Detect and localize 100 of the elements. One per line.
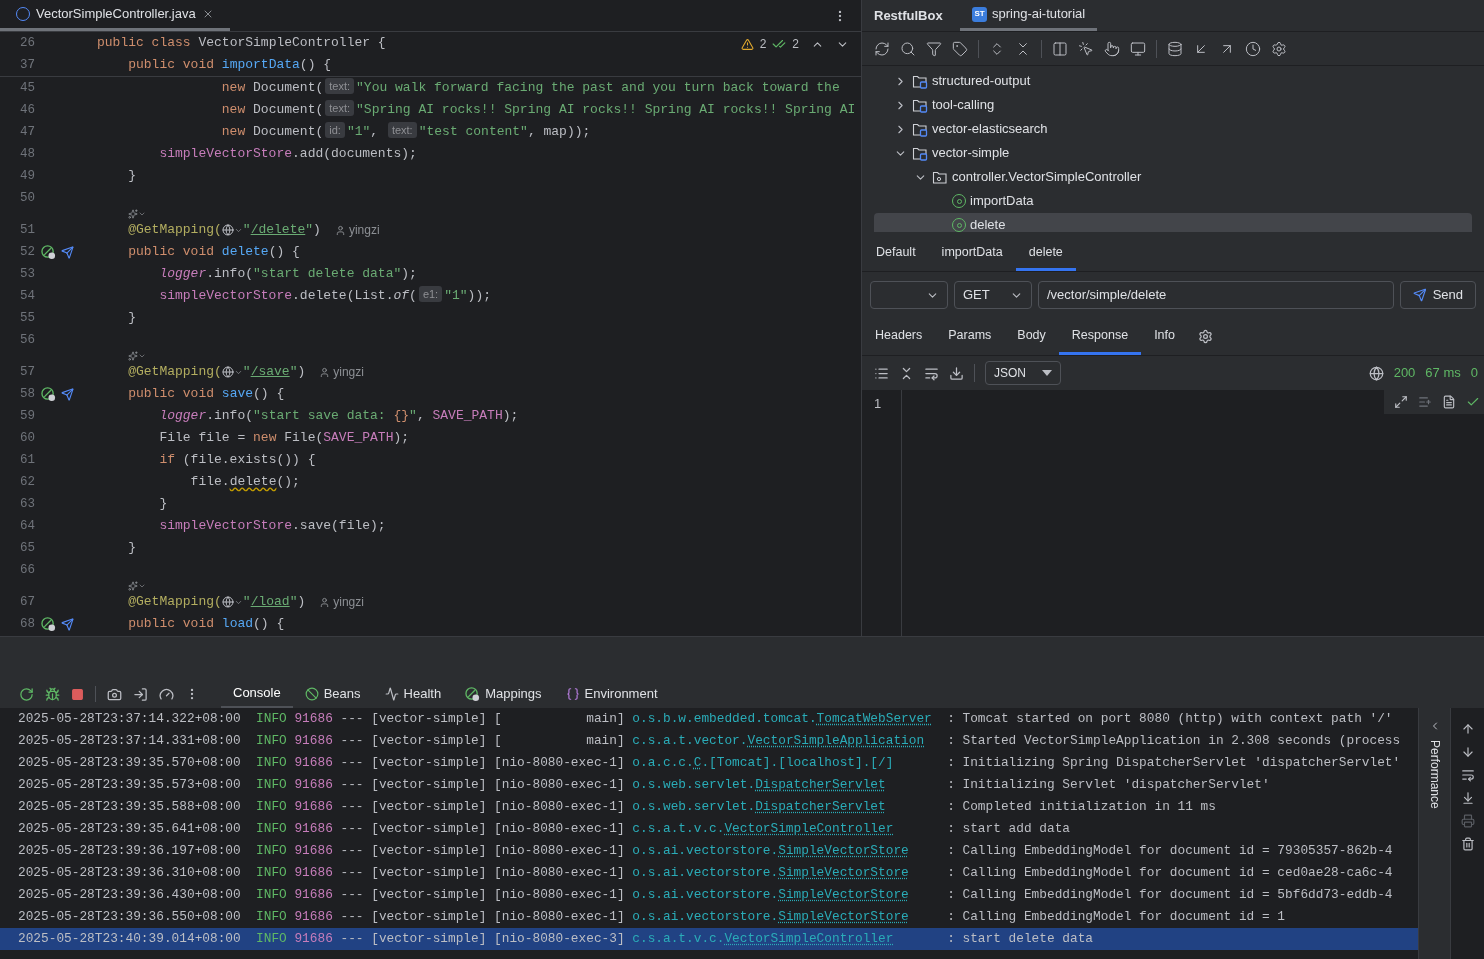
detail-tab[interactable]: Info xyxy=(1141,318,1188,355)
tree-item[interactable]: tool-calling xyxy=(874,93,1472,117)
tree-item[interactable]: vector-simple xyxy=(874,141,1472,165)
monitor-icon[interactable] xyxy=(1130,40,1146,57)
globe-icon[interactable] xyxy=(1368,365,1384,381)
request-tab[interactable]: Default xyxy=(863,237,929,271)
detail-tab[interactable]: Headers xyxy=(862,318,936,355)
line-number: 68 xyxy=(19,615,35,633)
database-icon[interactable] xyxy=(1167,40,1183,57)
bean-icon[interactable] xyxy=(41,386,56,402)
tree-item[interactable]: structured-output xyxy=(874,69,1472,93)
code-text: } xyxy=(128,309,136,328)
code-text: public void delete() { xyxy=(128,243,300,262)
history-icon[interactable] xyxy=(1245,40,1261,57)
request-tab[interactable]: importData xyxy=(928,237,1016,271)
line-number: 60 xyxy=(19,429,35,447)
document-icon[interactable] xyxy=(1442,395,1456,409)
code-vision-icon[interactable] xyxy=(128,351,147,361)
warning-icon[interactable] xyxy=(740,37,754,51)
format-icon[interactable] xyxy=(874,365,889,381)
line-number: 59 xyxy=(19,407,35,425)
pointer-select-icon[interactable] xyxy=(1078,40,1094,57)
expand-icon[interactable] xyxy=(1394,395,1408,409)
url-field[interactable]: /vector/simple/delete xyxy=(1038,281,1394,309)
search-icon[interactable] xyxy=(900,40,916,57)
tool-tab[interactable]: Health xyxy=(372,680,454,708)
tree-item[interactable]: importData xyxy=(874,189,1472,213)
settings-icon[interactable] xyxy=(1271,40,1287,57)
wrap-icon[interactable] xyxy=(924,365,939,381)
rerun-icon[interactable] xyxy=(19,686,34,702)
hand-pointer-icon[interactable] xyxy=(1104,40,1120,57)
line-number: 67 xyxy=(19,593,35,611)
tree-item[interactable]: controller.VectorSimpleController xyxy=(874,165,1472,189)
exit-icon[interactable] xyxy=(133,686,148,702)
camera-icon[interactable] xyxy=(107,686,122,702)
format-dropdown[interactable]: JSON xyxy=(985,361,1061,385)
code-vision-icon[interactable] xyxy=(128,209,147,219)
author-icon xyxy=(334,224,346,236)
author-name: yingzi xyxy=(333,364,364,381)
print-icon[interactable] xyxy=(1460,814,1475,828)
filter-icon[interactable] xyxy=(926,40,942,57)
globe-icon[interactable] xyxy=(221,224,243,236)
project-tab[interactable]: ST spring-ai-tutorial xyxy=(960,0,1098,31)
columns-icon[interactable] xyxy=(1052,40,1068,57)
tool-tab[interactable]: Mappings xyxy=(453,680,554,708)
mappings-icon[interactable] xyxy=(465,686,481,702)
wrap-icon[interactable] xyxy=(1460,768,1475,782)
gauge-icon[interactable] xyxy=(159,686,174,702)
download-icon[interactable] xyxy=(949,365,964,381)
bean-icon[interactable] xyxy=(41,616,56,632)
settings-icon[interactable] xyxy=(1198,329,1213,344)
side-tab[interactable]: Performance xyxy=(1425,740,1444,809)
code-text: simpleVectorStore.delete(List.of( e1: "1")); xyxy=(159,286,491,306)
send-icon[interactable] xyxy=(61,245,74,259)
tree-item[interactable]: delete xyxy=(874,213,1472,232)
down-icon[interactable] xyxy=(1460,745,1475,759)
code-text: } xyxy=(159,495,168,514)
warning-count: 2 xyxy=(759,36,767,53)
tool-tab[interactable]: Environment xyxy=(553,680,670,708)
scroll-end-icon[interactable] xyxy=(1460,791,1475,805)
line-number: 55 xyxy=(19,309,35,327)
tool-tab[interactable]: Beans xyxy=(292,680,373,708)
code-text: public void save() { xyxy=(128,385,285,404)
check-icon[interactable] xyxy=(1466,395,1480,409)
tool-tab[interactable]: Console xyxy=(221,680,293,708)
stop-icon[interactable] xyxy=(71,687,84,701)
send-button[interactable]: Send xyxy=(1400,281,1476,309)
request-tab[interactable]: delete xyxy=(1015,237,1076,271)
debug-icon[interactable] xyxy=(45,686,60,702)
detail-tab[interactable]: Body xyxy=(1004,318,1059,355)
line-number: 58 xyxy=(19,385,35,403)
line-number: 63 xyxy=(19,495,35,513)
detail-tab[interactable]: Params xyxy=(935,318,1005,355)
bean-icon[interactable] xyxy=(41,244,56,260)
globe-icon[interactable] xyxy=(221,366,243,378)
line-number: 45 xyxy=(19,79,35,97)
response-time: 67 ms xyxy=(1425,364,1461,383)
line-number: 50 xyxy=(19,189,35,207)
console-line: 2025-05-28T23:39:35.641+08:00 INFO 91686 --- [vector-simple] [nio-8080-exec-1] c.s.a.t.v.c.VectorSimpleController : start add data xyxy=(18,820,1071,839)
method-dropdown[interactable]: GET xyxy=(954,281,1032,309)
code-text: simpleVectorStore.add(documents); xyxy=(159,145,417,164)
line-number: 37 xyxy=(19,56,35,74)
package-folder-icon xyxy=(932,169,948,185)
check-icon[interactable] xyxy=(772,37,787,51)
detail-tab[interactable]: Response xyxy=(1058,318,1142,355)
code-vision-icon[interactable] xyxy=(128,581,147,591)
send-icon[interactable] xyxy=(61,617,74,631)
send-icon[interactable] xyxy=(61,387,74,401)
code-text: "/load") xyxy=(242,593,306,612)
line-number: 61 xyxy=(19,451,35,469)
code-text: new Document( text: "Spring AI rocks!! Spring AI rocks!! Spring AI rocks!! Spring AI xyxy=(221,100,856,120)
refresh-icon[interactable] xyxy=(874,40,890,57)
line-number: 48 xyxy=(19,145,35,163)
globe-icon[interactable] xyxy=(221,596,243,608)
tag-icon[interactable] xyxy=(952,40,968,57)
tree-item[interactable]: vector-elasticsearch xyxy=(874,117,1472,141)
trash-icon[interactable] xyxy=(1460,837,1475,851)
author-name: yingzi xyxy=(348,222,380,239)
up-icon[interactable] xyxy=(1460,722,1475,736)
console-line: 2025-05-28T23:39:35.588+08:00 INFO 91686 --- [vector-simple] [nio-8080-exec-1] o.s.web.servlet.DispatcherServlet : Completed initialization in 11 ms xyxy=(18,798,1217,817)
